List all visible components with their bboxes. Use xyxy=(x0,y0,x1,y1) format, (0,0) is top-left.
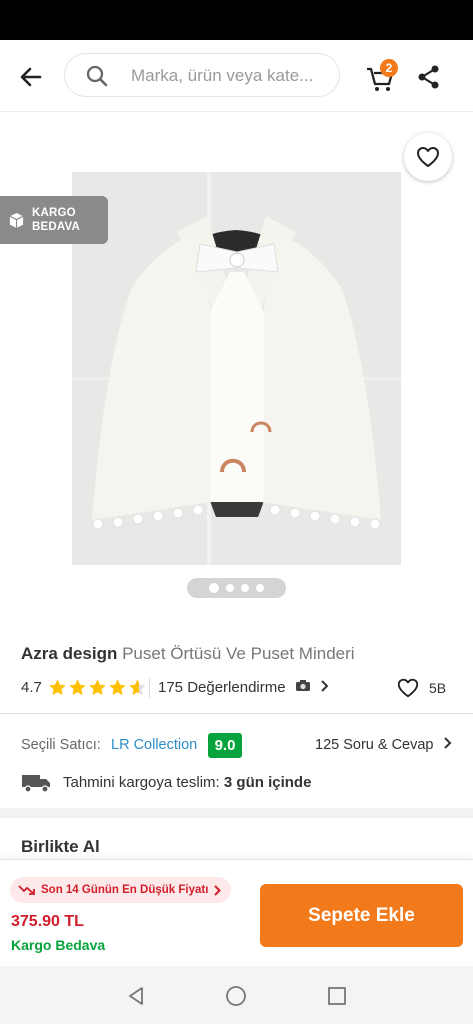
search-icon xyxy=(86,65,108,87)
chevron-right-icon xyxy=(321,680,329,692)
bundle-section-title: Birlikte Al xyxy=(21,837,100,856)
top-bar: Marka, ürün veya kate... 2 xyxy=(0,40,473,112)
star-icon xyxy=(89,679,106,696)
search-input[interactable]: Marka, ürün veya kate... xyxy=(64,53,340,97)
brand-name[interactable]: Azra design xyxy=(21,644,117,663)
product-image-carousel[interactable]: KARGO BEDAVA xyxy=(0,113,473,618)
rating-stars xyxy=(48,678,147,697)
lowest-price-label: Son 14 Günün En Düşük Fiyatı xyxy=(41,884,209,896)
qa-link-label: 125 Soru & Cevap xyxy=(315,737,434,753)
free-shipping-badge: KARGO BEDAVA xyxy=(0,196,108,244)
chevron-right-icon xyxy=(443,737,451,749)
product-price: 375.90 TL xyxy=(11,913,84,930)
arrow-left-icon xyxy=(20,67,42,87)
carousel-dot[interactable] xyxy=(241,584,249,592)
heart-icon xyxy=(417,147,439,167)
section-separator xyxy=(0,808,473,818)
favorite-button[interactable] xyxy=(404,133,452,181)
lowest-price-badge[interactable]: Son 14 Günün En Düşük Fiyatı xyxy=(10,877,232,903)
system-nav-bar xyxy=(0,966,473,1024)
badge-line-1: KARGO xyxy=(32,207,76,219)
add-to-cart-button[interactable]: Sepete Ekle xyxy=(260,884,463,947)
rating-divider xyxy=(149,678,150,698)
delivery-row: Tahmini kargoya teslim: 3 gün içinde xyxy=(21,770,453,796)
trend-down-icon xyxy=(18,885,35,895)
divider xyxy=(0,713,473,714)
review-count: 175 Değerlendirme xyxy=(158,679,286,696)
nav-back-icon[interactable] xyxy=(125,985,147,1007)
qa-link[interactable]: 125 Soru & Cevap xyxy=(315,737,452,753)
share-button[interactable] xyxy=(414,62,444,92)
seller-row: Seçili Satıcı: LR Collection 9.0 125 Sor… xyxy=(21,732,453,758)
star-icon xyxy=(109,679,126,696)
cart-button[interactable]: 2 xyxy=(364,59,400,94)
camera-icon xyxy=(295,679,311,696)
back-button[interactable] xyxy=(14,60,48,94)
purchase-bar: Son 14 Günün En Düşük Fiyatı 375.90 TL K… xyxy=(0,859,473,966)
seller-label: Seçili Satıcı: xyxy=(21,737,101,753)
box-icon xyxy=(9,212,24,228)
product-title: Azra design Puset Örtüsü Ve Puset Minder… xyxy=(21,644,355,664)
cart-count-badge: 2 xyxy=(380,59,398,77)
seller-name-link[interactable]: LR Collection xyxy=(111,737,197,753)
star-icon xyxy=(49,679,66,696)
delivery-label: Tahmini kargoya teslim: xyxy=(63,774,220,791)
seller-score-badge: 9.0 xyxy=(208,733,242,758)
carousel-dot[interactable] xyxy=(256,584,264,592)
heart-icon[interactable] xyxy=(396,676,420,700)
carousel-dot[interactable] xyxy=(226,584,234,592)
truck-icon xyxy=(22,775,50,793)
product-image[interactable] xyxy=(72,172,401,565)
carousel-pagination xyxy=(187,578,286,598)
chevron-right-icon xyxy=(214,884,222,896)
like-count: 5B xyxy=(429,680,447,696)
product-name: Puset Örtüsü Ve Puset Minderi xyxy=(122,644,355,663)
free-shipping-label: Kargo Bedava xyxy=(11,937,106,953)
reviews-link[interactable]: 175 Değerlendirme xyxy=(158,679,329,696)
carousel-dot[interactable] xyxy=(209,583,219,593)
status-bar xyxy=(0,0,473,40)
badge-line-2: BEDAVA xyxy=(32,221,81,233)
rating-value: 4.7 xyxy=(21,679,42,696)
nav-recents-icon[interactable] xyxy=(326,985,348,1007)
search-placeholder: Marka, ürün veya kate... xyxy=(131,66,314,85)
delivery-estimate: Tahmini kargoya teslim: 3 gün içinde xyxy=(63,774,311,791)
delivery-days: 3 gün içinde xyxy=(223,774,312,791)
star-icon xyxy=(69,679,86,696)
nav-home-icon[interactable] xyxy=(225,985,247,1007)
rating-row: 4.7 175 Değerlendirme 5B xyxy=(21,676,453,702)
share-icon xyxy=(418,65,439,89)
star-half-icon xyxy=(129,679,146,696)
